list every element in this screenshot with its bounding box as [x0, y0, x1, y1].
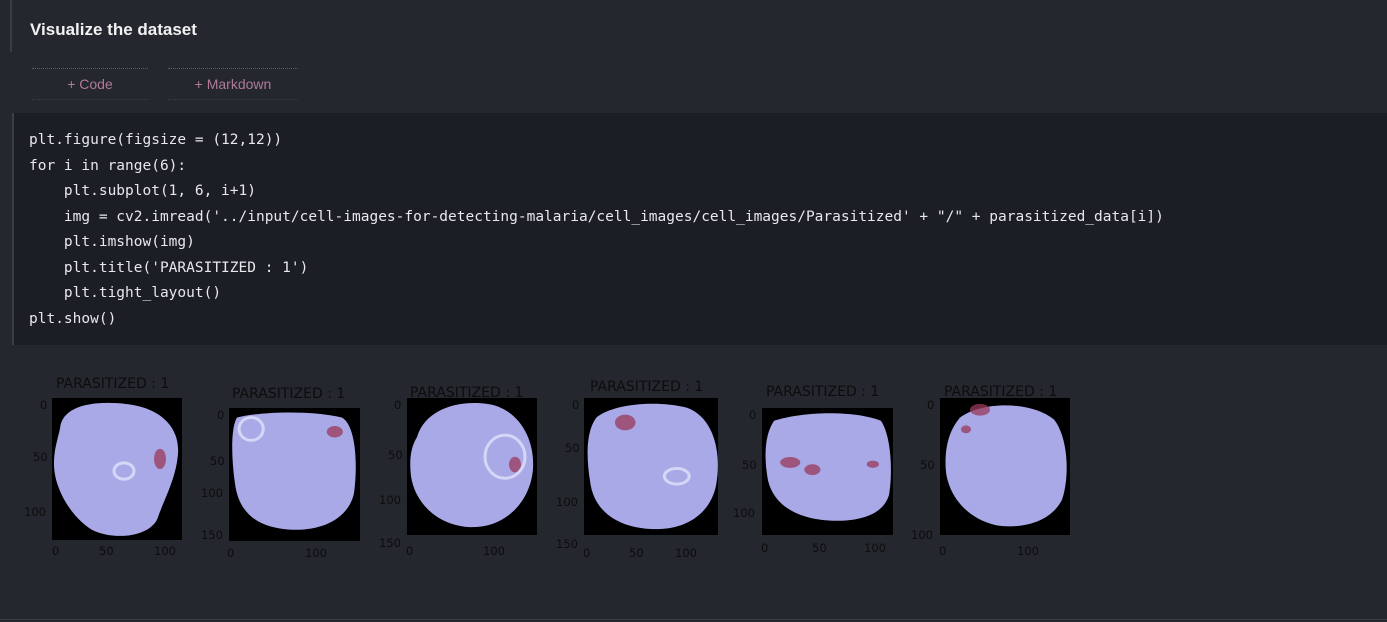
- parasite-stain: [154, 448, 166, 469]
- code-line: plt.tight_layout(): [29, 285, 222, 301]
- parasite-stain: [614, 414, 636, 431]
- cell-left-bar: [10, 0, 12, 52]
- y-tick-label: 100: [24, 505, 46, 519]
- code-line: plt.imshow(img): [29, 234, 195, 250]
- y-tick-label: 150: [556, 537, 578, 551]
- parasite-stain: [866, 460, 879, 468]
- cell-image: [584, 398, 718, 535]
- y-tick-label: 0: [40, 398, 48, 412]
- markdown-cell: Visualize the dataset: [0, 0, 1387, 66]
- x-tick-label: 50: [629, 546, 644, 560]
- y-tick-label: 100: [379, 493, 401, 507]
- code-line: plt.subplot(1, 6, i+1): [29, 183, 256, 199]
- x-tick-label: 100: [305, 546, 327, 560]
- x-tick-label: 0: [52, 544, 60, 558]
- y-tick-label: 100: [556, 495, 578, 509]
- cell-output: PARASITIZED : 1 0 50 100 0 50 100 PARASITIZED :…: [0, 350, 1387, 622]
- cell-shape: [945, 405, 1067, 527]
- code-line: img = cv2.imread('../input/cell-images-f…: [29, 208, 1164, 225]
- y-tick-label: 0: [217, 408, 225, 422]
- markdown-heading: Visualize the dataset: [30, 20, 197, 39]
- y-tick-label: 50: [565, 441, 580, 455]
- cell-shape: [54, 402, 179, 536]
- y-tick-label: 100: [733, 506, 755, 520]
- y-tick-label: 50: [742, 458, 757, 472]
- y-tick-label: 100: [201, 486, 223, 500]
- y-tick-label: 0: [572, 398, 580, 412]
- y-tick-label: 50: [388, 448, 403, 462]
- x-tick-label: 0: [939, 544, 947, 558]
- cell-image: [407, 398, 537, 535]
- x-tick-label: 100: [483, 544, 505, 558]
- panel-title: PARASITIZED : 1: [232, 386, 346, 402]
- add-cell-toolbar: + Code + Markdown: [0, 68, 400, 102]
- parasite-stain: [804, 464, 821, 476]
- y-tick-label: 0: [394, 398, 402, 412]
- cell-image: [52, 398, 182, 540]
- cell-divider: [0, 619, 1387, 620]
- parasite-stain: [780, 456, 801, 468]
- y-tick-label: 50: [33, 450, 48, 464]
- add-markdown-button[interactable]: + Markdown: [168, 68, 298, 100]
- code-line: plt.title('PARASITIZED : 1'): [29, 259, 309, 276]
- add-code-button[interactable]: + Code: [32, 68, 148, 100]
- cell-blob: [410, 403, 534, 528]
- cell-shape: [587, 403, 718, 530]
- panel-title: PARASITIZED : 1: [766, 384, 880, 400]
- x-tick-label: 0: [761, 541, 769, 555]
- y-tick-label: 0: [927, 398, 935, 412]
- parasite-stain: [970, 403, 990, 416]
- y-tick-label: 100: [911, 528, 933, 542]
- panel-title: PARASITIZED : 1: [590, 379, 704, 395]
- y-tick-label: 150: [201, 528, 223, 542]
- code-cell[interactable]: plt.figure(figsize = (12,12)) for i in r…: [12, 113, 1387, 345]
- cell-image: [940, 398, 1070, 535]
- x-tick-label: 50: [99, 544, 114, 558]
- cell-image: [229, 408, 360, 541]
- x-tick-label: 100: [1017, 544, 1039, 558]
- panel-title: PARASITIZED : 1: [56, 376, 170, 392]
- cell-blob: [54, 402, 179, 536]
- code-line: plt.show(): [29, 310, 117, 327]
- x-tick-label: 50: [812, 541, 827, 555]
- cell-blob: [765, 413, 891, 521]
- code-cell-left-bar: [12, 113, 14, 345]
- y-tick-label: 50: [920, 458, 935, 472]
- cell-blob: [587, 403, 718, 530]
- x-tick-label: 100: [675, 546, 697, 560]
- y-tick-label: 50: [210, 454, 225, 468]
- y-tick-label: 0: [749, 408, 757, 422]
- x-tick-label: 100: [864, 541, 886, 555]
- code-line: plt.figure(figsize = (12,12)): [29, 132, 283, 148]
- x-tick-label: 100: [154, 544, 176, 558]
- code-editor[interactable]: plt.figure(figsize = (12,12)) for i in r…: [29, 128, 1164, 332]
- x-tick-label: 0: [406, 544, 414, 558]
- parasite-stain: [326, 426, 343, 438]
- x-tick-label: 0: [583, 546, 591, 560]
- code-line: for i in range(6):: [29, 157, 187, 174]
- x-tick-label: 0: [227, 546, 235, 560]
- cell-blob: [232, 412, 356, 530]
- cell-blob: [945, 403, 1067, 527]
- cell-image: [762, 408, 893, 535]
- y-tick-label: 150: [379, 536, 401, 550]
- parasite-stain: [961, 425, 971, 434]
